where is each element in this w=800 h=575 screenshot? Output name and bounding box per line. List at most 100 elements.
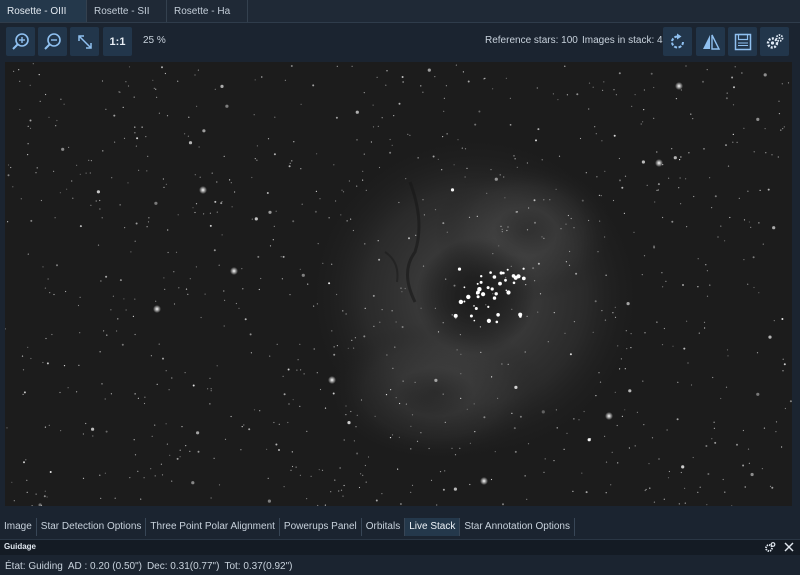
star (259, 410, 261, 412)
star (588, 108, 590, 110)
tab-powerups-panel[interactable]: Powerups Panel (280, 518, 362, 536)
star (513, 427, 516, 430)
star (143, 477, 145, 479)
star (618, 157, 621, 160)
star (27, 154, 29, 156)
star (230, 182, 232, 184)
star (352, 229, 354, 232)
star (276, 343, 278, 345)
star (536, 87, 538, 89)
star (496, 313, 500, 317)
image-viewer[interactable] (5, 62, 792, 506)
star (231, 206, 233, 208)
star (289, 294, 291, 296)
settings-button[interactable] (760, 27, 789, 56)
close-icon[interactable] (783, 541, 795, 553)
star (547, 341, 549, 343)
star (469, 442, 471, 444)
star (626, 348, 628, 350)
star (213, 249, 216, 252)
star (49, 292, 51, 294)
star (491, 376, 493, 378)
star (763, 73, 767, 77)
star (560, 228, 562, 230)
star (65, 290, 67, 293)
tab-orbitals[interactable]: Orbitals (362, 518, 406, 536)
star (434, 307, 436, 309)
star (45, 93, 47, 96)
doc-tab-rosette-sii[interactable]: Rosette - SII (87, 0, 167, 22)
flip-button[interactable] (696, 27, 725, 56)
star (657, 189, 659, 191)
star (614, 391, 616, 393)
star (489, 271, 492, 274)
star (458, 299, 464, 305)
star (404, 287, 406, 290)
star (524, 351, 526, 353)
save-button[interactable] (728, 27, 757, 56)
star (410, 491, 412, 493)
star (714, 441, 717, 444)
tab-star-annotation-options[interactable]: Star Annotation Options (460, 518, 575, 536)
star (450, 188, 455, 192)
fit-to-window-button[interactable] (70, 27, 99, 56)
doc-tab-rosette-ha[interactable]: Rosette - Ha (167, 0, 248, 22)
star (53, 170, 55, 172)
star (240, 449, 242, 451)
star (641, 274, 643, 276)
star (490, 287, 494, 291)
star (747, 190, 749, 192)
star (334, 479, 336, 481)
star (620, 358, 623, 360)
star (378, 166, 381, 169)
star (282, 255, 285, 258)
star (769, 485, 772, 487)
zoom-in-button[interactable] (6, 27, 35, 56)
star (459, 334, 461, 336)
star (331, 263, 333, 265)
tab-live-stack[interactable]: Live Stack (405, 518, 461, 536)
star (317, 243, 319, 245)
star (301, 203, 303, 205)
star (300, 103, 302, 105)
star (514, 158, 516, 160)
star (124, 227, 126, 229)
star (210, 390, 212, 392)
star (777, 156, 779, 158)
star (391, 144, 393, 146)
star (54, 217, 56, 219)
star (372, 104, 374, 106)
tab-three-point-polar-alignment[interactable]: Three Point Polar Alignment (146, 518, 280, 536)
star (134, 132, 136, 134)
doc-tab-rosette-oiii[interactable]: Rosette - OIII (0, 0, 87, 22)
star (750, 472, 754, 477)
one-to-one-button[interactable]: 1:1 (103, 27, 132, 56)
star (628, 447, 631, 449)
zoom-level: 25 % (143, 35, 166, 46)
star (783, 126, 785, 128)
star (783, 363, 786, 366)
star (43, 495, 46, 498)
star (289, 162, 291, 164)
star (486, 192, 488, 194)
star (79, 173, 81, 175)
star (490, 169, 492, 171)
star (570, 217, 572, 220)
zoom-out-button[interactable] (38, 27, 67, 56)
tab-image[interactable]: Image (0, 518, 37, 536)
tab-star-detection-options[interactable]: Star Detection Options (37, 518, 147, 536)
star (742, 464, 745, 467)
rotate-button[interactable] (663, 27, 692, 56)
star (598, 372, 600, 374)
star (423, 214, 425, 216)
star (248, 428, 251, 431)
star (527, 443, 530, 445)
star (672, 345, 674, 347)
star (260, 277, 262, 280)
panel-settings-icon[interactable] (764, 541, 776, 553)
star (51, 333, 53, 336)
star (356, 185, 358, 187)
star (734, 66, 736, 68)
star (641, 160, 646, 164)
star (140, 498, 142, 500)
